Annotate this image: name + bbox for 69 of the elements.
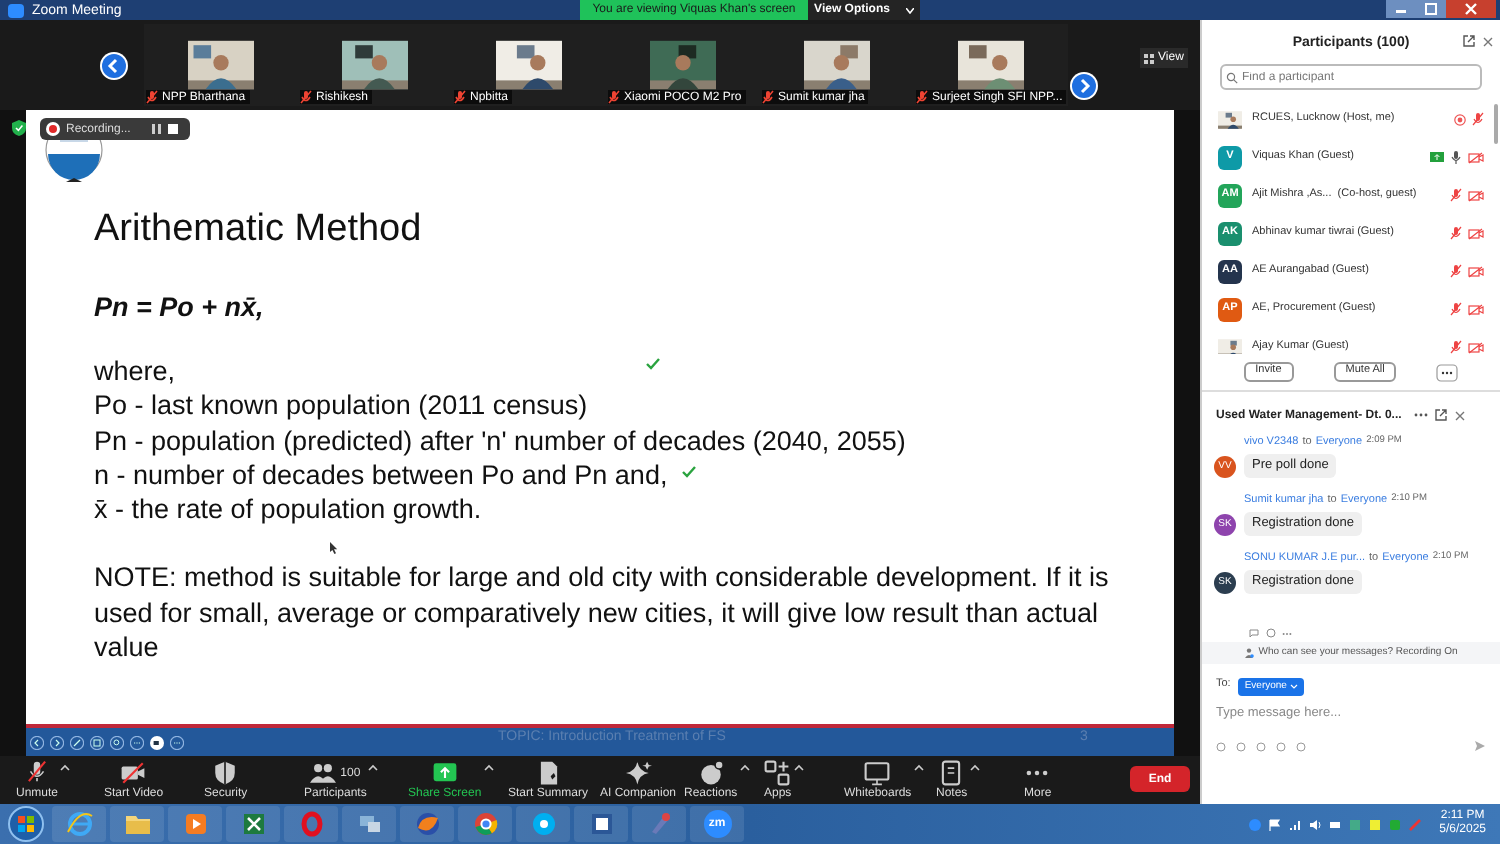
record-icon xyxy=(46,122,60,136)
caret-icon xyxy=(905,7,914,13)
zoom-icon[interactable] xyxy=(110,735,124,749)
play-icon[interactable] xyxy=(181,810,209,838)
caret-icon[interactable] xyxy=(739,764,750,772)
reply-icon[interactable] xyxy=(1248,628,1260,638)
slide-title: Arithematic Method xyxy=(94,206,424,254)
dots-icon[interactable] xyxy=(130,735,144,749)
pop-out-icon[interactable] xyxy=(1433,408,1448,422)
monitor-icon xyxy=(864,760,891,786)
caret-icon[interactable] xyxy=(483,764,494,772)
caret-icon[interactable] xyxy=(969,764,980,772)
wheel-icon[interactable] xyxy=(471,810,499,838)
caret-icon[interactable] xyxy=(60,764,71,772)
app-icon xyxy=(8,3,24,17)
computer-icon[interactable] xyxy=(355,810,383,838)
notes-icon xyxy=(938,760,965,786)
send-icon[interactable] xyxy=(1474,740,1486,752)
close-icon[interactable] xyxy=(1453,409,1466,421)
slide-note: NOTE: method is suitable for large and old city with considerable development. If it is used for small, average or comparatively new cities, it will give low result than actual value xyxy=(94,560,1111,665)
note-icon[interactable] xyxy=(1367,817,1382,831)
slide-text: n - number of decades between Po and Pn and, xyxy=(94,457,668,493)
slide-text: where, xyxy=(94,354,176,389)
apps-icon xyxy=(764,760,791,786)
copy-icon[interactable] xyxy=(90,735,104,749)
share-screen-icon xyxy=(431,760,458,786)
slide-text: x̄ - the rate of population growth. xyxy=(94,492,482,527)
back-icon[interactable] xyxy=(30,735,44,749)
grid-icon xyxy=(1144,53,1154,63)
spreadsheet-icon[interactable] xyxy=(239,810,267,838)
search-icon xyxy=(1226,71,1238,83)
maximize-icon[interactable] xyxy=(1416,0,1446,18)
start-button-icon[interactable] xyxy=(8,806,44,842)
document-icon[interactable] xyxy=(587,810,615,838)
people-icon xyxy=(310,760,337,786)
close-icon[interactable] xyxy=(1446,0,1496,18)
folder-icon[interactable] xyxy=(123,810,151,838)
arrow-left-icon[interactable] xyxy=(100,52,128,80)
slide-text: Pn - population (predicted) after 'n' number of decades (2040, 2055) xyxy=(94,423,906,458)
pop-out-icon[interactable] xyxy=(1462,34,1476,48)
pause-icon[interactable] xyxy=(152,124,162,134)
scrollbar xyxy=(1494,104,1498,144)
sparkle-icon xyxy=(625,760,652,786)
close-icon[interactable] xyxy=(1482,36,1494,48)
camera-icon[interactable] xyxy=(150,735,164,749)
person-icon xyxy=(1244,648,1255,658)
arrow-right-icon[interactable] xyxy=(1070,72,1098,100)
slide-text: Po - last known population (2011 census) xyxy=(94,388,588,424)
cursor-icon xyxy=(330,542,338,554)
more-icon[interactable] xyxy=(1436,363,1459,381)
caret-icon[interactable] xyxy=(913,764,924,772)
video-off-icon xyxy=(120,760,147,786)
tick-icon xyxy=(646,358,660,370)
pen-icon[interactable] xyxy=(70,735,84,749)
flag-icon[interactable] xyxy=(1267,817,1282,831)
speaker-icon[interactable] xyxy=(1307,817,1322,831)
muted-mic-icon xyxy=(24,760,50,786)
caret-icon[interactable] xyxy=(368,764,379,772)
chat-bubble-icon[interactable] xyxy=(529,810,557,838)
formula: Pn = Po + nx̄, xyxy=(94,290,266,326)
signal-icon[interactable] xyxy=(1287,817,1302,831)
tick-icon xyxy=(682,466,696,478)
caret-icon xyxy=(1290,683,1299,689)
caret-icon[interactable] xyxy=(793,764,804,772)
minimize-icon[interactable] xyxy=(1386,0,1416,18)
globe-icon[interactable] xyxy=(65,810,93,838)
more-icon[interactable] xyxy=(1413,412,1428,418)
globe-icon[interactable] xyxy=(413,810,441,838)
forward-icon[interactable] xyxy=(50,735,64,749)
